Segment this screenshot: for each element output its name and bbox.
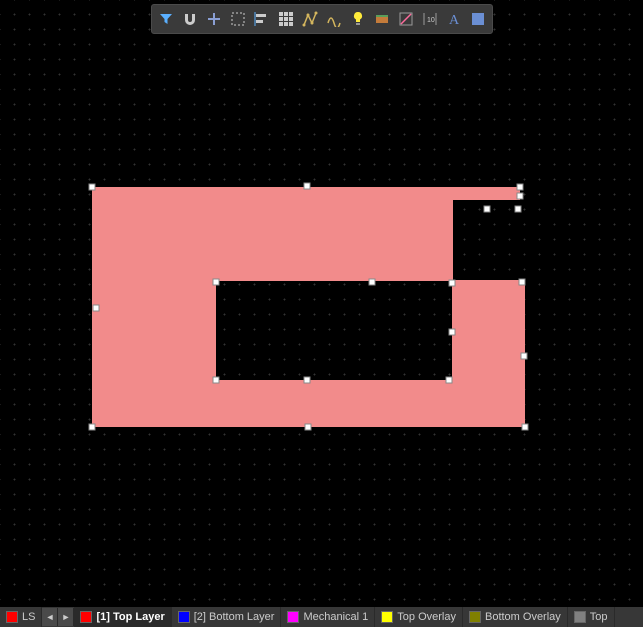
edit-handle[interactable] bbox=[304, 377, 311, 384]
edit-handle[interactable] bbox=[449, 329, 456, 336]
layer-next-button[interactable]: ► bbox=[58, 608, 74, 626]
arc-tool[interactable] bbox=[323, 8, 345, 30]
layer-tab[interactable]: Bottom Overlay bbox=[463, 607, 568, 627]
top-toolbar: 10 A bbox=[151, 4, 493, 34]
layer-label: Top Overlay bbox=[397, 611, 456, 623]
layer-tab[interactable]: [2] Bottom Layer bbox=[172, 607, 282, 627]
filter-tool[interactable] bbox=[155, 8, 177, 30]
edit-handle[interactable] bbox=[521, 353, 528, 360]
edit-handle[interactable] bbox=[449, 280, 456, 287]
layer-swatch bbox=[381, 611, 393, 623]
array-tool[interactable] bbox=[275, 8, 297, 30]
layer-label: [2] Bottom Layer bbox=[194, 611, 275, 623]
edit-handle[interactable] bbox=[484, 206, 491, 213]
polyline-tool[interactable] bbox=[299, 8, 321, 30]
snap-tool[interactable] bbox=[179, 8, 201, 30]
ls-swatch bbox=[6, 611, 18, 623]
layer-label: Top bbox=[590, 611, 608, 623]
layer-tab[interactable]: [1] Top Layer bbox=[74, 607, 171, 627]
ls-label: LS bbox=[22, 611, 35, 623]
edit-handle[interactable] bbox=[93, 305, 100, 312]
dimension-tool[interactable]: 10 bbox=[419, 8, 441, 30]
layer-swatch bbox=[178, 611, 190, 623]
edit-handle[interactable] bbox=[305, 424, 312, 431]
line-tool[interactable] bbox=[395, 8, 417, 30]
add-tool[interactable] bbox=[203, 8, 225, 30]
fill-tool[interactable] bbox=[467, 8, 489, 30]
layer-tab[interactable]: Top bbox=[568, 607, 615, 627]
edit-handle[interactable] bbox=[522, 424, 529, 431]
edit-handle[interactable] bbox=[517, 184, 524, 191]
layer-statusbar: LS ◄ ► [1] Top Layer [2] Bottom Layer Mech… bbox=[0, 607, 643, 627]
layer-swatch bbox=[287, 611, 299, 623]
edit-handle[interactable] bbox=[519, 279, 526, 286]
svg-text:A: A bbox=[449, 13, 460, 27]
edit-handle[interactable] bbox=[304, 183, 311, 190]
select-rect-tool[interactable] bbox=[227, 8, 249, 30]
pad-tool[interactable] bbox=[371, 8, 393, 30]
layer-swatch bbox=[574, 611, 586, 623]
edit-handle[interactable] bbox=[89, 424, 96, 431]
layer-tab[interactable]: Mechanical 1 bbox=[281, 607, 375, 627]
edit-handle[interactable] bbox=[213, 377, 220, 384]
layer-tab[interactable]: Top Overlay bbox=[375, 607, 463, 627]
highlight-tool[interactable] bbox=[347, 8, 369, 30]
edit-handle[interactable] bbox=[89, 184, 96, 191]
edit-handle[interactable] bbox=[369, 279, 376, 286]
edit-handle[interactable] bbox=[517, 193, 524, 200]
text-tool[interactable]: A bbox=[443, 8, 465, 30]
layer-prev-button[interactable]: ◄ bbox=[42, 608, 58, 626]
svg-text:10: 10 bbox=[427, 17, 435, 24]
align-tool[interactable] bbox=[251, 8, 273, 30]
layer-label: [1] Top Layer bbox=[96, 611, 164, 623]
layer-swatch bbox=[80, 611, 92, 623]
layer-label: Bottom Overlay bbox=[485, 611, 561, 623]
edit-handle[interactable] bbox=[446, 377, 453, 384]
layer-label: Mechanical 1 bbox=[303, 611, 368, 623]
edit-handle[interactable] bbox=[213, 279, 220, 286]
layer-stack-button[interactable]: LS bbox=[0, 607, 42, 627]
layer-swatch bbox=[469, 611, 481, 623]
edit-handle[interactable] bbox=[515, 206, 522, 213]
